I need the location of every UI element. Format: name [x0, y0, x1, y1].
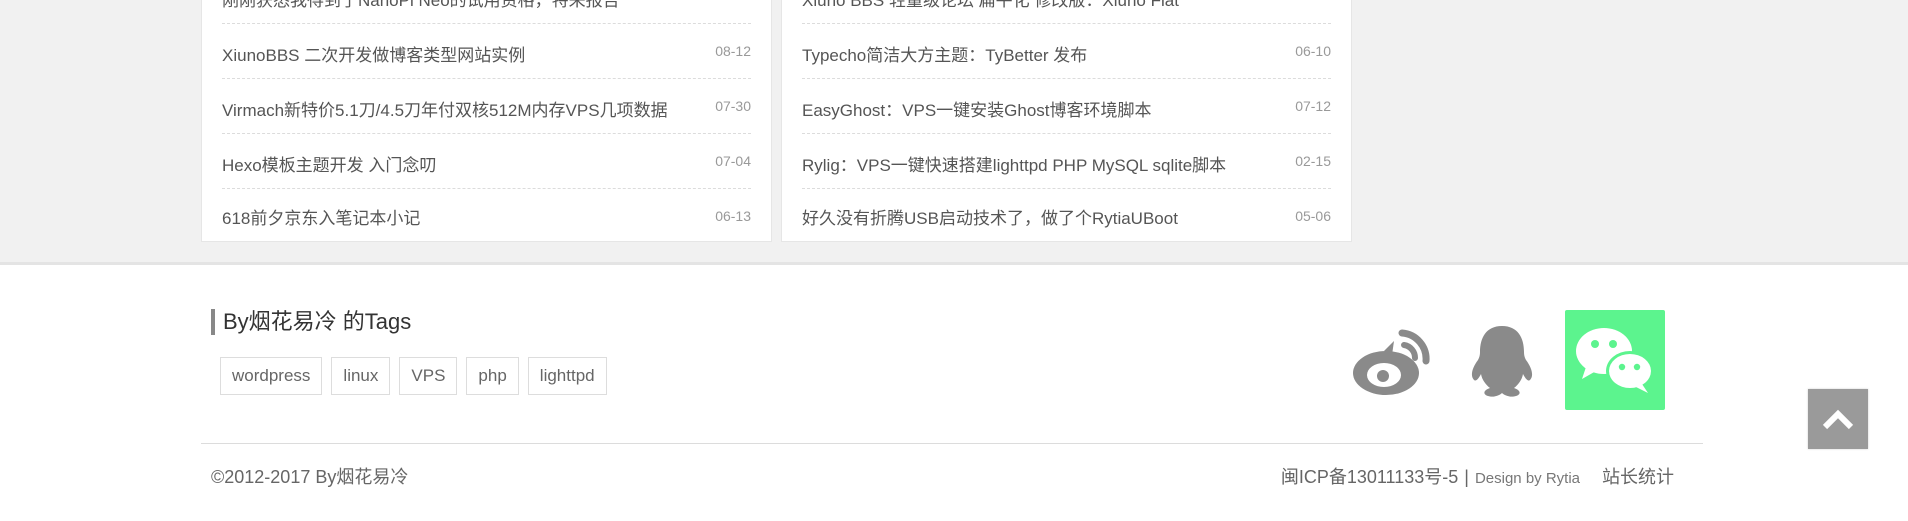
chevron-up-icon [1822, 409, 1854, 430]
list-item: Hexo模板主题开发 入门念叨 07-04 [222, 134, 751, 189]
design-credit-link[interactable]: Design by Rytia [1475, 470, 1580, 487]
post-title-link[interactable]: EasyGhost：VPS一键安装Ghost博客环境脚本 [802, 96, 1152, 121]
post-date: 02-15 [1295, 153, 1331, 169]
list-item: 刚刚获悉我得到了NanoPi Neo的试用资格，特来报告 [222, 0, 751, 24]
post-date: 07-12 [1295, 98, 1331, 114]
list-item: EasyGhost：VPS一键安装Ghost博客环境脚本 07-12 [802, 79, 1331, 134]
post-title-link[interactable]: 好久没有折腾USB启动技术了，做了个RytiaUBoot [802, 204, 1178, 229]
tag-link[interactable]: VPS [399, 357, 458, 395]
weibo-link[interactable] [1340, 310, 1440, 410]
post-date: 06-10 [1295, 43, 1331, 59]
post-list-panel-left: 刚刚获悉我得到了NanoPi Neo的试用资格，特来报告 XiunoBBS 二次… [201, 0, 772, 242]
post-date: 07-04 [715, 153, 751, 169]
tags-heading: By烟花易冷 的Tags [211, 309, 411, 335]
post-title-link[interactable]: Virmach新特价5.1刀/4.5刀年付双核512M内存VPS几项数据 [222, 96, 668, 121]
post-title-link[interactable]: Rylig：VPS一键快速搭建lighttpd PHP MySQL sqlite… [802, 151, 1226, 176]
site-stats-link[interactable]: 站长统计 [1602, 463, 1674, 489]
post-title-link[interactable]: Typecho简洁大方主题：TyBetter 发布 [802, 41, 1087, 66]
footer-links: 闽ICP备13011133号-5 | Design by Rytia 站长统计 [1281, 463, 1674, 489]
post-title-link[interactable]: 刚刚获悉我得到了NanoPi Neo的试用资格，特来报告 [222, 0, 620, 11]
copyright-text: ©2012-2017 By烟花易冷 [211, 467, 409, 487]
wechat-icon [1576, 328, 1654, 393]
post-title-link[interactable]: Xiuno BBS 轻量级论坛 扁平化 修改版：Xiuno Flat [802, 0, 1179, 11]
post-list-panel-right: Xiuno BBS 轻量级论坛 扁平化 修改版：Xiuno Flat Typec… [781, 0, 1352, 242]
post-title-link[interactable]: XiunoBBS 二次开发做博客类型网站实例 [222, 41, 525, 66]
footer-divider [201, 443, 1703, 444]
post-date: 08-12 [715, 43, 751, 59]
post-date: 05-06 [1295, 208, 1331, 224]
qq-link[interactable] [1452, 310, 1552, 410]
list-item: 618前夕京东入笔记本小记 06-13 [222, 189, 751, 239]
back-to-top-button[interactable] [1808, 389, 1868, 449]
list-item: Typecho简洁大方主题：TyBetter 发布 06-10 [802, 24, 1331, 79]
icp-link[interactable]: 闽ICP备13011133号-5 [1281, 463, 1458, 489]
post-list: Xiuno BBS 轻量级论坛 扁平化 修改版：Xiuno Flat Typec… [782, 0, 1351, 239]
tag-link[interactable]: php [466, 357, 519, 395]
weibo-icon [1353, 329, 1430, 395]
wechat-link[interactable] [1565, 310, 1665, 410]
post-date: 06-13 [715, 208, 751, 224]
tag-link[interactable]: lighttpd [527, 357, 607, 395]
post-date: 07-30 [715, 98, 751, 114]
tag-link[interactable]: linux [331, 357, 391, 395]
list-item: XiunoBBS 二次开发做博客类型网站实例 08-12 [222, 24, 751, 79]
post-title-link[interactable]: 618前夕京东入笔记本小记 [222, 204, 420, 229]
list-item: Rylig：VPS一键快速搭建lighttpd PHP MySQL sqlite… [802, 134, 1331, 189]
tag-link[interactable]: wordpress [220, 357, 323, 395]
list-item: Xiuno BBS 轻量级论坛 扁平化 修改版：Xiuno Flat [802, 0, 1331, 24]
separator: | [1464, 467, 1469, 487]
list-item: Virmach新特价5.1刀/4.5刀年付双核512M内存VPS几项数据 07-… [222, 79, 751, 134]
list-item: 好久没有折腾USB启动技术了，做了个RytiaUBoot 05-06 [802, 189, 1331, 239]
post-title-link[interactable]: Hexo模板主题开发 入门念叨 [222, 151, 436, 176]
tag-list: wordpress linux VPS php lighttpd [220, 357, 607, 395]
site-footer: By烟花易冷 的Tags wordpress linux VPS php lig… [0, 262, 1908, 521]
post-list: 刚刚获悉我得到了NanoPi Neo的试用资格，特来报告 XiunoBBS 二次… [202, 0, 771, 239]
qq-icon [1471, 326, 1533, 397]
